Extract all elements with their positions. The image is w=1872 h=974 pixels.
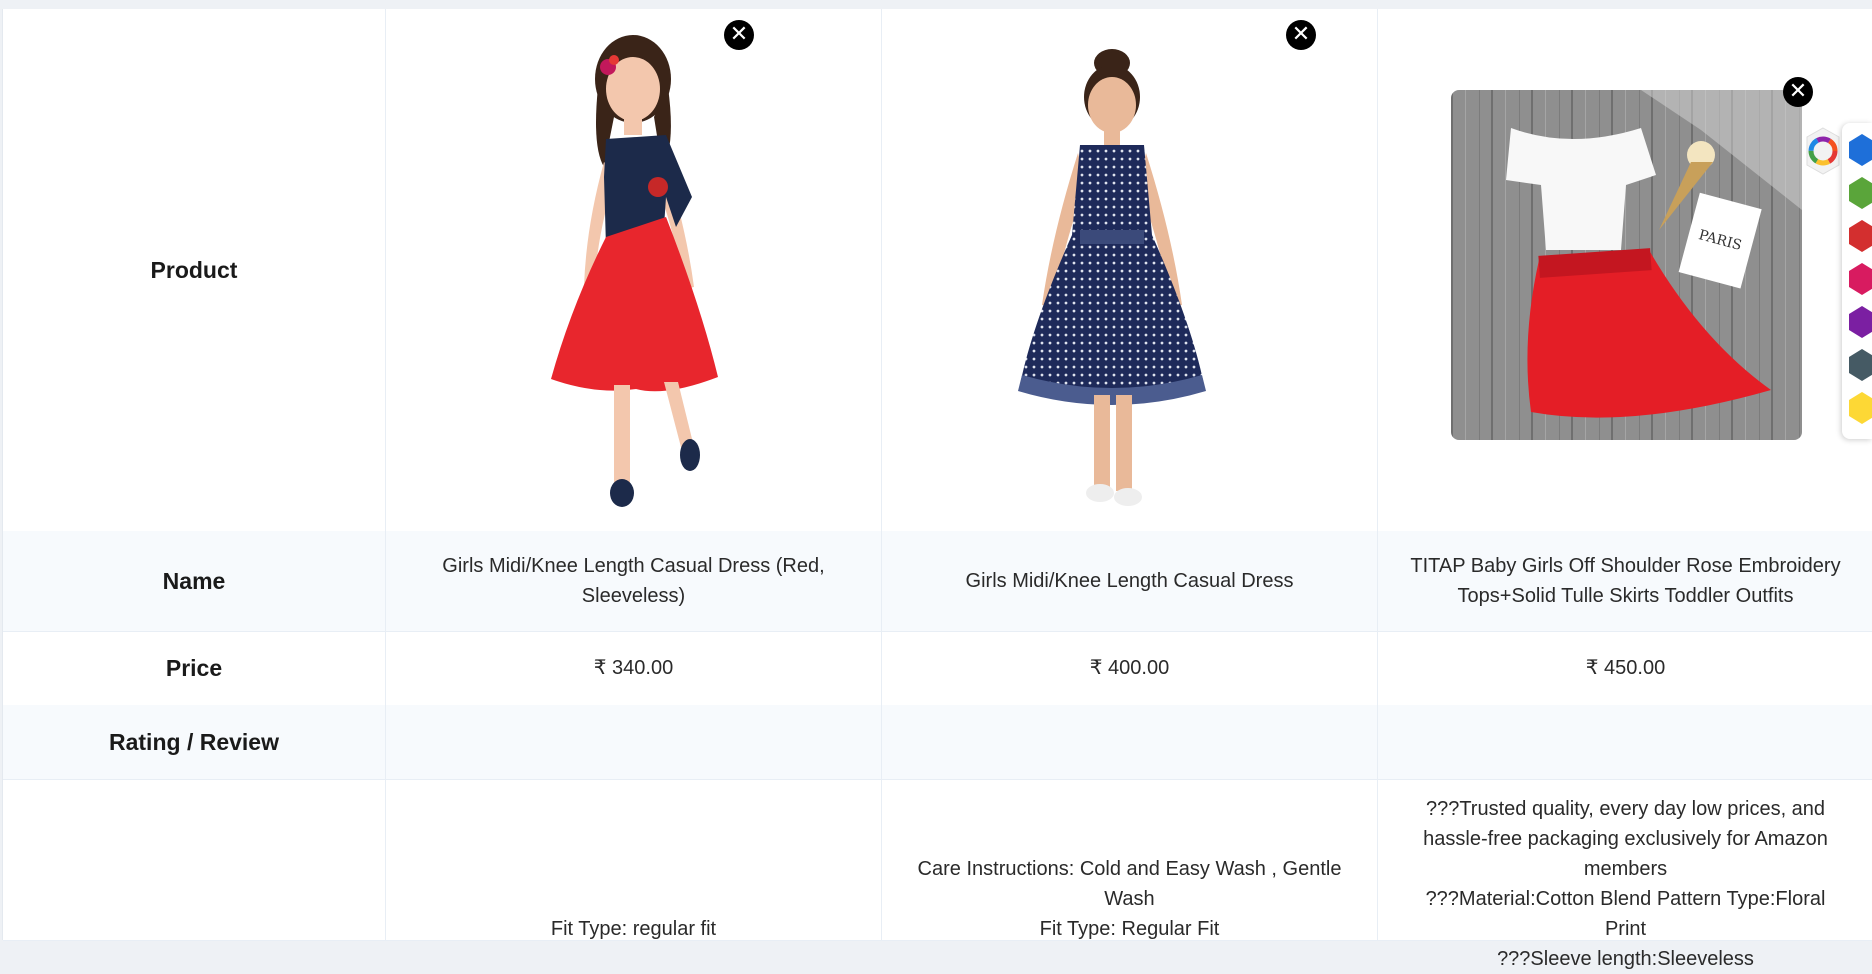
color-swatch[interactable] [1848,176,1872,210]
price-row: Price ₹ 340.00 ₹ 400.00 ₹ 450.00 [3,631,1872,706]
price-label-cell: Price [3,631,386,705]
name-cell-1: Girls Midi/Knee Length Casual Dress (Red… [386,531,882,631]
color-swatch[interactable] [1848,348,1872,382]
description-cell-2: Care Instructions: Cold and Easy Wash , … [882,779,1378,940]
rating-cell-2 [882,705,1378,779]
product-2-desc-line: Care Instructions: Cold and Easy Wash , … [917,858,1342,910]
description-cell-1: Fit Type: regular fit [386,779,882,940]
product-2-image[interactable] [982,35,1242,515]
product-3-desc-line: ???Trusted quality, every day low prices… [1423,798,1828,880]
price-cell-2: ₹ 400.00 [882,631,1378,705]
color-swatch[interactable] [1848,262,1872,296]
color-swatch[interactable] [1848,133,1872,167]
description-row: Fit Type: regular fit Care Instructions:… [3,779,1872,970]
product-2-cell: ✕ [882,9,1378,531]
remove-product-1-button[interactable]: ✕ [724,20,754,50]
rating-row: Rating / Review [3,705,1872,780]
product-1-price: ₹ 340.00 [593,657,674,679]
comparison-table: Product ✕ ✕ PARIS ✕ Name Girls Midi/Knee… [2,9,1872,970]
name-label-cell: Name [3,531,386,631]
description-label-cell [3,779,386,940]
rating-label: Rating / Review [109,728,279,755]
color-swatch[interactable] [1848,391,1872,425]
product-3-desc-line: ???Material:Cotton Blend Pattern Type:Fl… [1425,888,1826,940]
price-cell-1: ₹ 340.00 [386,631,882,705]
remove-product-3-button[interactable]: ✕ [1783,77,1813,107]
rating-label-cell: Rating / Review [3,705,386,779]
product-2-name: Girls Midi/Knee Length Casual Dress [965,570,1294,592]
name-cell-2: Girls Midi/Knee Length Casual Dress [882,531,1378,631]
product-3-price: ₹ 450.00 [1585,657,1666,679]
name-row: Name Girls Midi/Knee Length Casual Dress… [3,531,1872,632]
color-swatch-panel [1842,123,1872,439]
top-strip [0,0,1872,9]
product-1-cell: ✕ [386,9,882,531]
remove-product-2-button[interactable]: ✕ [1286,20,1316,50]
color-swatch[interactable] [1848,219,1872,253]
name-label: Name [162,567,226,594]
product-label: Product [150,256,238,283]
rating-cell-3 [1378,705,1872,779]
product-1-name: Girls Midi/Knee Length Casual Dress (Red… [442,555,825,607]
product-3-cell: PARIS ✕ [1378,9,1872,531]
product-1-image[interactable] [526,27,746,517]
price-cell-3: ₹ 450.00 [1378,631,1872,705]
color-swatch[interactable] [1848,305,1872,339]
product-3-image[interactable]: PARIS [1451,90,1802,440]
product-label-cell: Product [3,9,386,531]
product-2-price: ₹ 400.00 [1089,657,1170,679]
product-3-desc-line: ???Sleeve length:Sleeveless [1497,948,1754,970]
price-label: Price [165,654,223,681]
product-3-name: TITAP Baby Girls Off Shoulder Rose Embro… [1410,555,1841,607]
description-cell-3: ???Trusted quality, every day low prices… [1378,779,1872,970]
product-row: Product ✕ ✕ PARIS ✕ [3,9,1872,532]
rating-cell-1 [386,705,882,779]
name-cell-3: TITAP Baby Girls Off Shoulder Rose Embro… [1378,531,1872,631]
color-wheel-icon[interactable] [1805,126,1841,176]
